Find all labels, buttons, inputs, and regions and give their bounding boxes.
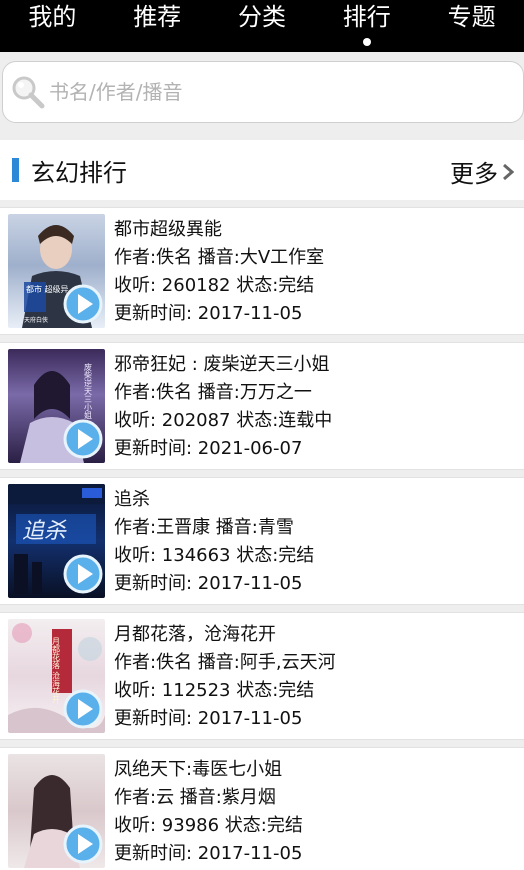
book-list: 都市 超级异 天府白侠 都市超级異能 作者:佚名 播音:大V工作室 收听: 26… (0, 207, 524, 870)
list-item[interactable]: 凤绝天下:毒医七小姐 作者:云 播音:紫月烟 收听: 93986 状态:完结 更… (0, 747, 524, 870)
book-author: 作者:佚名 播音:万万之一 (114, 382, 312, 403)
more-label: 更多 (450, 160, 498, 188)
cover-title-text: 月都花落 沧海花开 (52, 637, 61, 705)
play-icon[interactable] (63, 284, 103, 324)
tab-mine[interactable]: 我的 (7, 2, 97, 50)
book-title[interactable]: 都市超级異能 (114, 216, 324, 244)
search-bar[interactable] (2, 61, 524, 123)
tab-label: 分类 (237, 3, 286, 31)
book-info: 凤绝天下:毒医七小姐 作者:云 播音:紫月烟 收听: 93986 状态:完结 更… (114, 756, 303, 868)
list-item[interactable]: 月都花落 沧海花开 月都花落，沧海花开 作者:佚名 播音:阿手,云天河 收听: … (0, 612, 524, 740)
cover-subtitle-text: 天府白侠 (24, 316, 48, 324)
tab-category[interactable]: 分类 (217, 2, 307, 50)
cover-title-text: 追杀 (22, 519, 67, 544)
active-tab-indicator (362, 38, 371, 46)
book-cover[interactable]: 月都花落 沧海花开 (8, 619, 105, 733)
tab-label: 排行 (342, 3, 391, 31)
tab-label: 我的 (28, 3, 77, 31)
book-title[interactable]: 月都花落，沧海花开 (114, 621, 336, 649)
book-info: 都市超级異能 作者:佚名 播音:大V工作室 收听: 260182 状态:完结 更… (114, 216, 324, 328)
book-updated: 更新时间: 2017-11-05 (114, 843, 303, 864)
book-updated: 更新时间: 2017-11-05 (114, 708, 303, 729)
play-icon[interactable] (63, 419, 103, 459)
list-item[interactable]: 追杀 追杀 作者:王晋康 播音:青雪 收听: 134663 状态:完结 更新时间… (0, 477, 524, 605)
book-author: 作者:佚名 播音:阿手,云天河 (114, 652, 336, 673)
cover-title-text: 废柴逆天三小姐 (84, 362, 93, 420)
book-updated: 更新时间: 2021-06-07 (114, 438, 303, 459)
book-info: 追杀 作者:王晋康 播音:青雪 收听: 134663 状态:完结 更新时间: 2… (114, 486, 314, 598)
chevron-right-icon (503, 163, 514, 180)
section-header: 玄幻排行 更多 (0, 140, 524, 200)
section-title: 玄幻排行 (31, 158, 127, 187)
book-info: 月都花落，沧海花开 作者:佚名 播音:阿手,云天河 收听: 112523 状态:… (114, 621, 336, 733)
tab-topics[interactable]: 专题 (427, 2, 517, 50)
play-icon[interactable] (63, 824, 103, 864)
book-listens: 收听: 202087 状态:连载中 (114, 410, 333, 431)
book-title[interactable]: 邪帝狂妃 : 废柴逆天三小姐 (114, 351, 332, 379)
tab-label: 专题 (447, 3, 496, 31)
book-updated: 更新时间: 2017-11-05 (114, 303, 303, 324)
tab-recommend[interactable]: 推荐 (112, 2, 202, 50)
book-cover[interactable] (8, 754, 105, 868)
tab-label: 推荐 (133, 3, 182, 31)
book-cover[interactable]: 都市 超级异 天府白侠 (8, 214, 105, 328)
book-author: 作者:云 播音:紫月烟 (114, 787, 276, 808)
book-cover[interactable]: 追杀 (8, 484, 105, 598)
more-link[interactable]: 更多 (450, 154, 514, 189)
book-listens: 收听: 260182 状态:完结 (114, 275, 315, 296)
section-accent-bar (12, 158, 19, 182)
book-listens: 收听: 134663 状态:完结 (114, 545, 315, 566)
book-title[interactable]: 追杀 (114, 486, 314, 514)
book-title[interactable]: 凤绝天下:毒医七小姐 (114, 756, 303, 784)
book-listens: 收听: 93986 状态:完结 (114, 815, 303, 836)
book-updated: 更新时间: 2017-11-05 (114, 573, 303, 594)
play-icon[interactable] (63, 554, 103, 594)
book-cover[interactable]: 废柴逆天三小姐 (8, 349, 105, 463)
book-info: 邪帝狂妃 : 废柴逆天三小姐 作者:佚名 播音:万万之一 收听: 202087 … (114, 351, 332, 463)
book-author: 作者:王晋康 播音:青雪 (114, 517, 294, 538)
top-nav: 我的 推荐 分类 排行 专题 (0, 0, 524, 52)
book-author: 作者:佚名 播音:大V工作室 (114, 247, 325, 268)
play-icon[interactable] (63, 689, 103, 729)
list-item[interactable]: 都市 超级异 天府白侠 都市超级異能 作者:佚名 播音:大V工作室 收听: 26… (0, 207, 524, 335)
tab-ranking[interactable]: 排行 (322, 2, 412, 50)
book-listens: 收听: 112523 状态:完结 (114, 680, 315, 701)
list-item[interactable]: 废柴逆天三小姐 邪帝狂妃 : 废柴逆天三小姐 作者:佚名 播音:万万之一 收听:… (0, 342, 524, 470)
search-icon (12, 76, 45, 109)
search-input[interactable] (49, 80, 469, 104)
